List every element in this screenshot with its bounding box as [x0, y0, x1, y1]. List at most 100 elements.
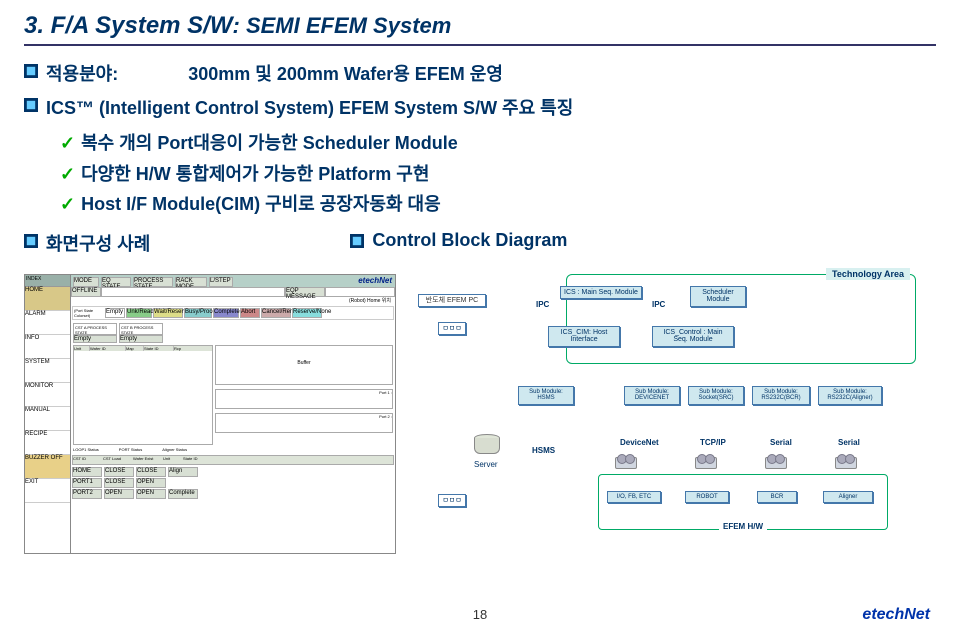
state-wait: Wait/Reserve — [153, 308, 183, 318]
nav-recipe[interactable]: RECIPE — [25, 431, 70, 455]
hub-icon — [835, 457, 857, 469]
top-btn[interactable]: MODE — [73, 277, 99, 287]
footer-brand: etechNet — [862, 606, 930, 624]
check-icon: ✓ — [60, 128, 75, 159]
top-btn[interactable]: PROCESS STATE — [133, 277, 173, 287]
check-icon: ✓ — [60, 189, 75, 220]
cst-b: CST B PROCESS STATE — [119, 323, 163, 335]
cst-empty2: Empty — [119, 335, 163, 343]
port-area: Port 1 : — [215, 389, 393, 409]
state-empty: Empty — [105, 308, 125, 318]
section-features: ICS™ (Intelligent Control System) EFEM S… — [24, 94, 936, 120]
serial-label: Serial — [770, 438, 792, 447]
sub-rs-bcr-box: Sub Module: RS232C(BCR) — [752, 386, 810, 405]
state-cancel: Cancel/Remove — [261, 308, 291, 318]
section1-label: 적용분야: — [46, 60, 118, 86]
feature-item: Host I/F Module(CIM) 구비로 공장자동화 대응 — [81, 189, 441, 220]
section3-label: 화면구성 사례 — [46, 230, 150, 256]
hub-icon — [765, 457, 787, 469]
page-title: 3. F/A System S/W: SEMI EFEM System — [24, 12, 936, 46]
placeholder-box: ㅁㅁㅁ — [438, 322, 466, 336]
nav-system[interactable]: SYSTEM — [25, 359, 70, 383]
home-btn[interactable]: HOME — [72, 467, 102, 477]
nav-monitor[interactable]: MONITOR — [25, 383, 70, 407]
sub-hsms-box: Sub Module: HSMS — [518, 386, 574, 405]
title-prefix: 3. F/A System S/W — [24, 12, 233, 39]
cst-a: CST A PROCESS STATE — [73, 323, 117, 335]
nav-alarm[interactable]: ALARM — [25, 311, 70, 335]
top-btn[interactable]: RACK MODE — [175, 277, 207, 287]
efem-pc-box: 반도체 EFEM PC — [418, 294, 486, 308]
section-diagram: Control Block Diagram — [350, 230, 567, 256]
bullet-icon — [24, 64, 38, 78]
server-icon — [474, 434, 500, 456]
title-suffix: : SEMI EFEM System — [233, 13, 452, 38]
hub-icon — [615, 457, 637, 469]
control-block-diagram: Technology Area 반도체 EFEM PC ㅁㅁㅁ IPC ICS … — [408, 274, 936, 554]
tech-area-label: Technology Area — [826, 268, 910, 280]
sub-socket-box: Sub Module: Socket(SRC) — [688, 386, 744, 405]
tcpip-label: TCP/IP — [700, 438, 726, 447]
server-label: Server — [474, 460, 498, 469]
msg-field2 — [325, 287, 395, 297]
state-reserve: Reserve/None — [292, 308, 322, 318]
state-busy: Busy/Processing — [184, 308, 212, 318]
nav-home[interactable]: HOME — [25, 287, 70, 311]
nav-info[interactable]: INFO — [25, 335, 70, 359]
ipc-label2: IPC — [652, 300, 665, 309]
check-icon: ✓ — [60, 159, 75, 190]
sub-devicenet-box: Sub Module: DEVICENET — [624, 386, 680, 405]
robot-label: (Robot) Home 위치 — [71, 297, 395, 305]
section1-value: 300mm 및 200mm Wafer용 EFEM 운영 — [188, 60, 503, 86]
brand: etechNet — [355, 275, 395, 287]
port-area2: Port 2 : — [215, 413, 393, 433]
state-ready: Unk/Ready — [126, 308, 152, 318]
devicenet-label: DeviceNet — [620, 438, 659, 447]
sidebar: INDEX HOME ALARM INFO SYSTEM MONITOR MAN… — [25, 275, 71, 553]
robot-box: ROBOT — [685, 491, 729, 504]
section-screens: 화면구성 사례 — [24, 230, 150, 256]
ics-control-box: ICS_Control : Main Seq. Module — [652, 326, 734, 347]
buffer-area: Buffer — [215, 345, 393, 385]
wafer-grid: Unit Wafer ID Map State ID Rcp — [73, 345, 213, 445]
bcr-box: BCR — [757, 491, 797, 504]
hsms-label: HSMS — [532, 446, 555, 455]
eqp-btn[interactable]: EQP MESSAGE — [285, 287, 325, 297]
bullet-icon — [350, 234, 364, 248]
top-btn[interactable]: L/STEP — [209, 277, 233, 287]
grid2-header: CST ID CST Load Wafer Exist Unit State I… — [72, 455, 394, 465]
ipc-label: IPC — [536, 300, 549, 309]
nav-exit[interactable]: EXIT — [25, 479, 70, 503]
section2-heading: ICS™ (Intelligent Control System) EFEM S… — [46, 94, 573, 120]
feature-item: 다양한 H/W 통합제어가 가능한 Platform 구현 — [81, 159, 429, 190]
efem-hw-label: EFEM H/W — [719, 522, 767, 531]
hub-icon — [695, 457, 717, 469]
efem-hw-area: I/O, FB, ETC ROBOT BCR Aligner EFEM H/W — [598, 474, 888, 530]
serial-label2: Serial — [838, 438, 860, 447]
nav-manual[interactable]: MANUAL — [25, 407, 70, 431]
msg-field — [101, 287, 285, 297]
state-colors: (Port State Colorset) — [74, 308, 104, 318]
page-number: 18 — [0, 607, 960, 622]
state-abort: Abort — [240, 308, 260, 318]
placeholder-box2: ㅁㅁㅁ — [438, 494, 466, 508]
feature-list: ✓복수 개의 Port대응이 가능한 Scheduler Module ✓다양한… — [24, 128, 936, 220]
cst-empty: Empty — [73, 335, 117, 343]
ui-screenshot: INDEX HOME ALARM INFO SYSTEM MONITOR MAN… — [24, 274, 396, 554]
feature-item: 복수 개의 Port대응이 가능한 Scheduler Module — [81, 128, 458, 159]
aligner-box: Aligner — [823, 491, 873, 504]
section-application: 적용분야: 300mm 및 200mm Wafer용 EFEM 운영 — [24, 60, 936, 86]
bullet-icon — [24, 234, 38, 248]
ics-cim-box: ICS_CIM: Host Interface — [548, 326, 620, 347]
nav-buzzer[interactable]: BUZZER OFF — [25, 455, 70, 479]
offline-btn[interactable]: OFFLINE — [71, 287, 101, 297]
section4-label: Control Block Diagram — [372, 230, 567, 251]
bullet-icon — [24, 98, 38, 112]
io-box: I/O, FB, ETC — [607, 491, 661, 504]
index-label: INDEX — [25, 275, 70, 287]
ics-box: ICS : Main Seq. Module — [560, 286, 642, 300]
top-btn[interactable]: EQ STATE — [101, 277, 131, 287]
state-complete: Complete — [213, 308, 239, 318]
scheduler-box: Scheduler Module — [690, 286, 746, 307]
sub-rs-aligner-box: Sub Module: RS232C(Aligner) — [818, 386, 882, 405]
